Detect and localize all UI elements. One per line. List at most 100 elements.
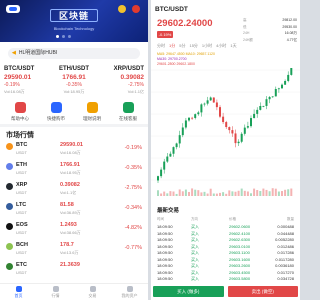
- trade-price: 29603.1100: [229, 250, 250, 255]
- market-row[interactable]: XRP USDT 0.39082 Vol:1.1亿 -2.75%: [0, 180, 148, 199]
- ticker-card[interactable]: XRP/USDT 0.39082 -2.75% Vol:1.1亿: [100, 66, 144, 95]
- candle-body: [203, 103, 206, 105]
- coin-symbol: ETC: [16, 262, 27, 268]
- market-row[interactable]: BCH USDT 178.7 Vol:13.6万 -0.77%: [0, 240, 148, 259]
- candle-body: [175, 143, 178, 148]
- candle-body: [169, 153, 172, 157]
- notification-icon[interactable]: [118, 5, 126, 13]
- volume-bar: [246, 191, 249, 196]
- candle-body: [246, 126, 249, 128]
- candle-body: [281, 84, 283, 89]
- ticker-change: -0.35%: [66, 82, 82, 88]
- stat-value: 29812.00: [282, 18, 297, 22]
- coin-quote: USDT: [16, 250, 27, 255]
- candle-body: [228, 127, 231, 131]
- coin-change: -0.19%: [124, 145, 142, 151]
- candle-body: [225, 122, 228, 128]
- volume-bar: [243, 190, 246, 196]
- volume-bar: [262, 188, 265, 196]
- candle-body: [243, 127, 246, 134]
- coin-symbol: BTC: [16, 142, 28, 148]
- ticker-card[interactable]: ETH/USDT 1766.91 -0.35% Vol:18.95万: [52, 66, 96, 95]
- sell-button[interactable]: 卖出 (做空): [227, 286, 298, 297]
- finance-info-button[interactable]: 理财说明: [77, 102, 107, 122]
- carousel-dots[interactable]: [56, 35, 71, 38]
- banner-title: 区块链: [50, 9, 98, 22]
- volume-bar: [271, 188, 274, 196]
- candle-body: [188, 117, 190, 121]
- volume-bar: [169, 191, 172, 196]
- coin-volume: Vol:38.66万: [60, 230, 81, 235]
- volume-bar: [240, 188, 243, 196]
- candle-body: [284, 80, 287, 85]
- volume-bar: [287, 189, 290, 196]
- banner-subtitle: Blockchain Technology: [53, 26, 95, 31]
- volume-bar: [290, 188, 293, 196]
- nav-home[interactable]: 首页: [6, 284, 32, 300]
- col-time: 时间: [157, 217, 164, 221]
- volume-bar: [203, 191, 206, 196]
- coin-quote: USDT: [16, 270, 27, 275]
- home-screen: 区块链 Blockchain Technology ◀ HL明道国际HUBI BT…: [0, 0, 148, 300]
- feature-label: 在线客服: [119, 116, 137, 121]
- announcement-bar[interactable]: ◀ HL明道国际HUBI: [8, 48, 140, 59]
- candle-body: [157, 176, 159, 181]
- candle-body: [222, 116, 225, 123]
- candle-body: [274, 89, 277, 97]
- volume-bar: [188, 191, 190, 196]
- volume-bar: [181, 191, 184, 196]
- volume-bar: [219, 192, 221, 196]
- customer-service-button[interactable]: 在线客服: [113, 102, 143, 122]
- order-actions: 买入 (做多) 卖出 (做空): [153, 286, 298, 297]
- promo-banner[interactable]: 区块链 Blockchain Technology: [0, 0, 148, 42]
- market-row[interactable]: BTC USDT 29590.01 Vol:16.08万 -0.19%: [0, 140, 148, 159]
- candle-body: [237, 141, 240, 144]
- candle-body: [184, 120, 187, 128]
- ticker-change: -0.19%: [4, 82, 20, 88]
- coin-quote: USDT: [16, 150, 27, 155]
- trade-time: 18:09:50: [157, 237, 173, 242]
- trade-direction: 买入: [191, 269, 199, 275]
- stat-label: 低: [243, 24, 247, 29]
- volume-bar: [231, 191, 234, 196]
- change-badge: -0.19%: [157, 31, 173, 38]
- candle-body: [212, 97, 215, 103]
- candle-body: [250, 118, 252, 127]
- nav-trade[interactable]: 交易: [80, 284, 106, 300]
- candle-body: [253, 113, 256, 119]
- market-row[interactable]: ETC USDT 21.3639: [0, 260, 148, 279]
- ticker-card[interactable]: BTC/USDT 29590.01 -0.19% Vol:16.08万: [4, 66, 48, 95]
- market-row[interactable]: ETH USDT 1766.91 Vol:18.95万 -0.35%: [0, 160, 148, 179]
- headset-icon: [122, 102, 134, 113]
- pair-title: BTC/USDT: [155, 6, 188, 13]
- top-tickers: BTC/USDT 29590.01 -0.19% Vol:16.08万 ETH/…: [4, 66, 144, 95]
- col-amount: 数量: [287, 217, 294, 221]
- nav-assets[interactable]: 我的资产: [117, 284, 143, 300]
- trade-direction: 买入: [191, 276, 199, 281]
- stat-value: 4.77亿: [286, 37, 297, 42]
- stat-value: 16.08万: [284, 31, 297, 35]
- volume-bar: [157, 190, 159, 196]
- trade-detail-screen: BTC/USDT 29602.24000 -0.19% 高 29812.00 低 2…: [151, 0, 300, 300]
- buy-button[interactable]: 买入 (做多): [153, 286, 224, 297]
- coin-quote: USDT: [16, 170, 27, 175]
- volume-bar: [222, 192, 225, 196]
- nav-label: 我的资产: [121, 293, 138, 298]
- language-flag-icon[interactable]: [132, 5, 140, 13]
- app-logo: [6, 5, 20, 13]
- coin-price: 178.7: [60, 242, 74, 248]
- quick-buy-button[interactable]: 快捷购币: [41, 102, 71, 122]
- stat-row: 高 29812.00: [243, 18, 297, 23]
- candlestick-chart[interactable]: [151, 48, 300, 198]
- market-row[interactable]: LTC USDT 81.58 Vol:36.89万 -0.34%: [0, 200, 148, 219]
- nav-label: 行情: [51, 293, 60, 298]
- candle-body: [219, 107, 221, 117]
- help-center-button[interactable]: 帮助中心: [5, 102, 35, 122]
- trade-price: 29603.5800: [229, 276, 251, 281]
- candle-body: [290, 68, 293, 75]
- nav-market[interactable]: 行情: [43, 284, 69, 300]
- trade-amount: 0.000488: [277, 224, 294, 229]
- help-icon: [14, 102, 26, 113]
- market-row[interactable]: EOS USDT 1.2493 Vol:38.66万 -4.82%: [0, 220, 148, 239]
- trade-amount: 0.034728: [277, 276, 294, 281]
